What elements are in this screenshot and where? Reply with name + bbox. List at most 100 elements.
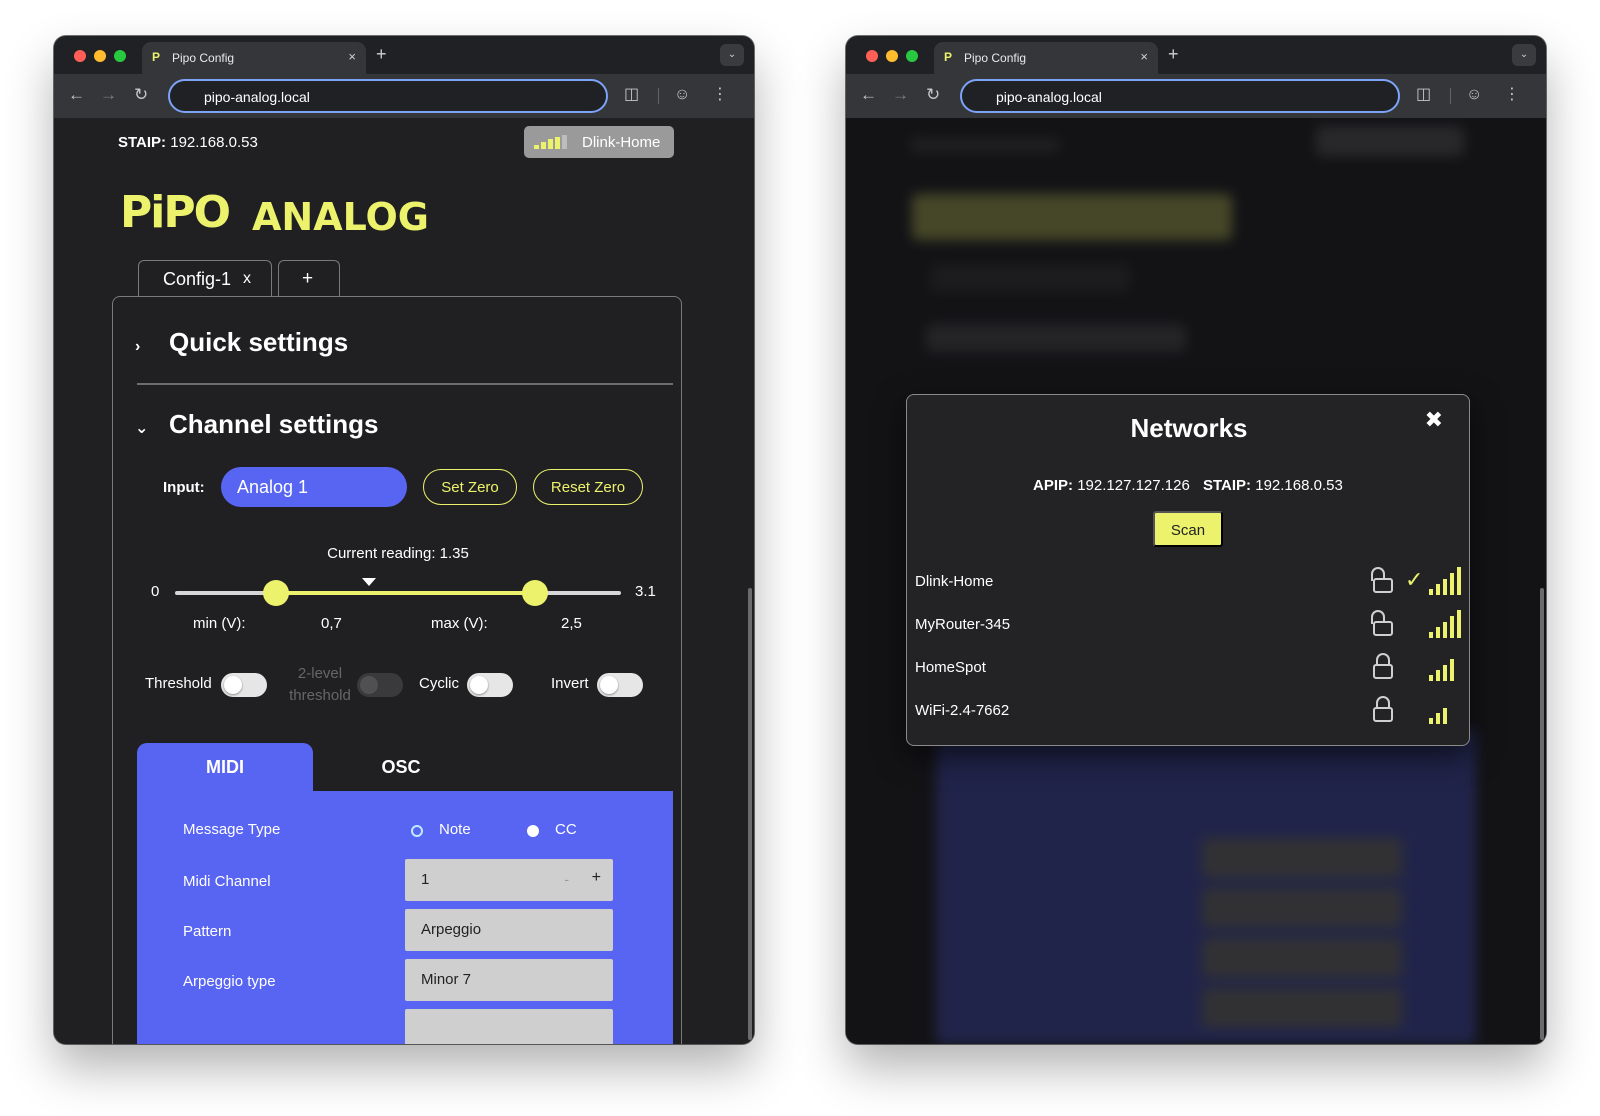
input-label: Input: (163, 479, 205, 496)
network-name: HomeSpot (915, 659, 986, 676)
next-field[interactable] (405, 1009, 613, 1044)
page-scrollbar[interactable] (748, 588, 752, 1040)
lock-closed-icon (1373, 696, 1393, 722)
two-level-line-1: 2-level (297, 665, 343, 682)
cc-radio-label[interactable]: CC (555, 821, 577, 838)
quick-settings-header[interactable]: › Quick settings (135, 327, 348, 358)
reload-icon[interactable]: ↻ (926, 85, 940, 105)
wifi-signal-icon (1429, 567, 1461, 595)
two-level-threshold-toggle (357, 673, 403, 697)
browser-tab[interactable]: P Pipo Config × (934, 42, 1158, 74)
profile-avatar-icon[interactable]: ☺ (674, 85, 690, 105)
arpeggio-type-select[interactable]: Minor 7 (405, 959, 613, 1001)
back-arrow-icon[interactable]: ← (68, 85, 85, 105)
note-radio-label[interactable]: Note (439, 821, 471, 838)
reload-icon[interactable]: ↻ (134, 85, 148, 105)
tab-osc[interactable]: OSC (313, 743, 489, 791)
maximize-window-button[interactable] (906, 50, 918, 62)
profile-avatar-icon[interactable]: ☺ (1466, 85, 1482, 105)
range-min-handle[interactable] (262, 580, 289, 606)
address-bar[interactable]: pipo-analog.local (168, 79, 608, 113)
cyclic-toggle[interactable] (467, 673, 513, 697)
tab-close-icon[interactable]: × (1140, 49, 1148, 65)
staip-value: 192.168.0.53 (1255, 477, 1343, 494)
browser-menu-kebab-icon[interactable]: ⋮ (712, 85, 728, 105)
channel-settings-header[interactable]: ⌄ Channel settings (135, 409, 378, 440)
network-row[interactable]: HomeSpot (907, 649, 1471, 685)
config-tab-active[interactable]: Config-1 x (138, 260, 272, 296)
close-window-button[interactable] (74, 50, 86, 62)
signal-bar (541, 142, 546, 149)
range-slider-track[interactable] (175, 578, 621, 606)
extensions-puzzle-icon[interactable]: ◫ (624, 85, 639, 105)
browser-tab[interactable]: P Pipo Config × (142, 42, 366, 74)
tab-search-chevron-icon[interactable]: ⌄ (720, 44, 744, 66)
new-tab-button[interactable]: + (1168, 44, 1179, 64)
staip-value: 192.168.0.53 (170, 134, 258, 151)
close-icon[interactable]: ✖ (1425, 407, 1443, 433)
apip-status: APIP: 192.127.127.126 (1033, 477, 1190, 494)
min-voltage-label: min (V): (193, 615, 246, 632)
tab-title: Pipo Config (172, 51, 235, 65)
network-name: Dlink-Home (915, 573, 994, 590)
scan-button[interactable]: Scan (1153, 511, 1223, 547)
page-scrollbar[interactable] (1540, 588, 1544, 1040)
config-panel: › Quick settings ⌄ Channel settings Input:… (112, 296, 682, 1044)
invert-label: Invert (551, 675, 589, 692)
tab-search-chevron-icon[interactable]: ⌄ (1512, 44, 1536, 66)
cc-radio[interactable] (527, 825, 539, 837)
signal-bar (562, 135, 567, 149)
invert-toggle[interactable] (597, 673, 643, 697)
midi-channel-value: 1 (421, 871, 430, 888)
apip-label: APIP: (1033, 477, 1074, 494)
tab-close-icon[interactable]: × (348, 49, 356, 65)
networks-title: Networks (1130, 413, 1248, 443)
min-voltage-value[interactable]: 0,7 (321, 615, 342, 632)
signal-bar (534, 145, 539, 149)
midi-channel-stepper[interactable]: 1 - + (405, 859, 613, 901)
browser-menu-kebab-icon[interactable]: ⋮ (1504, 85, 1520, 105)
midi-settings-panel: Message Type Note CC Midi Channel 1 - + … (137, 791, 673, 1044)
maximize-window-button[interactable] (114, 50, 126, 62)
url-text: pipo-analog.local (996, 89, 1102, 105)
network-row[interactable]: MyRouter-345 (907, 606, 1471, 642)
staip-label: STAIP: (1203, 477, 1252, 494)
threshold-toggle[interactable] (221, 673, 267, 697)
note-radio[interactable] (411, 825, 423, 837)
config-tab-close-icon[interactable]: x (243, 270, 251, 288)
input-select[interactable]: Analog 1 (221, 467, 407, 507)
address-bar[interactable]: pipo-analog.local (960, 79, 1400, 113)
lock-closed-icon (1373, 653, 1393, 679)
staip-label: STAIP: (118, 134, 167, 151)
network-row[interactable]: Dlink-Home ✓ (907, 563, 1471, 599)
range-slider-fill (275, 591, 535, 595)
max-voltage-value[interactable]: 2,5 (561, 615, 582, 632)
toggle-knob (600, 676, 618, 694)
check-icon: ✓ (1405, 567, 1424, 592)
close-window-button[interactable] (866, 50, 878, 62)
wifi-signal-icon (534, 135, 567, 149)
range-max-handle[interactable] (521, 580, 548, 606)
tab-midi[interactable]: MIDI (137, 743, 313, 791)
browser-toolbar: ← → ↻ pipo-analog.local ◫ ☺ ⋮ (846, 74, 1546, 118)
pattern-label: Pattern (183, 923, 232, 940)
pipo-favicon-icon: P (944, 50, 953, 64)
wifi-network-button[interactable]: Dlink-Home (524, 126, 674, 158)
minimize-window-button[interactable] (94, 50, 106, 62)
stepper-plus-button[interactable]: + (592, 869, 601, 887)
pattern-select[interactable]: Arpeggio (405, 909, 613, 951)
new-tab-button[interactable]: + (376, 44, 387, 64)
forward-arrow-icon[interactable]: → (892, 85, 909, 105)
stepper-minus-button[interactable]: - (564, 871, 569, 887)
extensions-puzzle-icon[interactable]: ◫ (1416, 85, 1431, 105)
minimize-window-button[interactable] (886, 50, 898, 62)
set-zero-button[interactable]: Set Zero (423, 469, 517, 505)
forward-arrow-icon[interactable]: → (100, 85, 117, 105)
staip-status-modal: STAIP: 192.168.0.53 (1203, 477, 1343, 494)
reset-zero-button[interactable]: Reset Zero (533, 469, 643, 505)
network-row[interactable]: WiFi-2.4-7662 (907, 692, 1471, 728)
arpeggio-type-label: Arpeggio type (183, 973, 276, 990)
add-config-tab-button[interactable]: + (278, 260, 340, 296)
pattern-value: Arpeggio (421, 921, 482, 938)
back-arrow-icon[interactable]: ← (860, 85, 877, 105)
